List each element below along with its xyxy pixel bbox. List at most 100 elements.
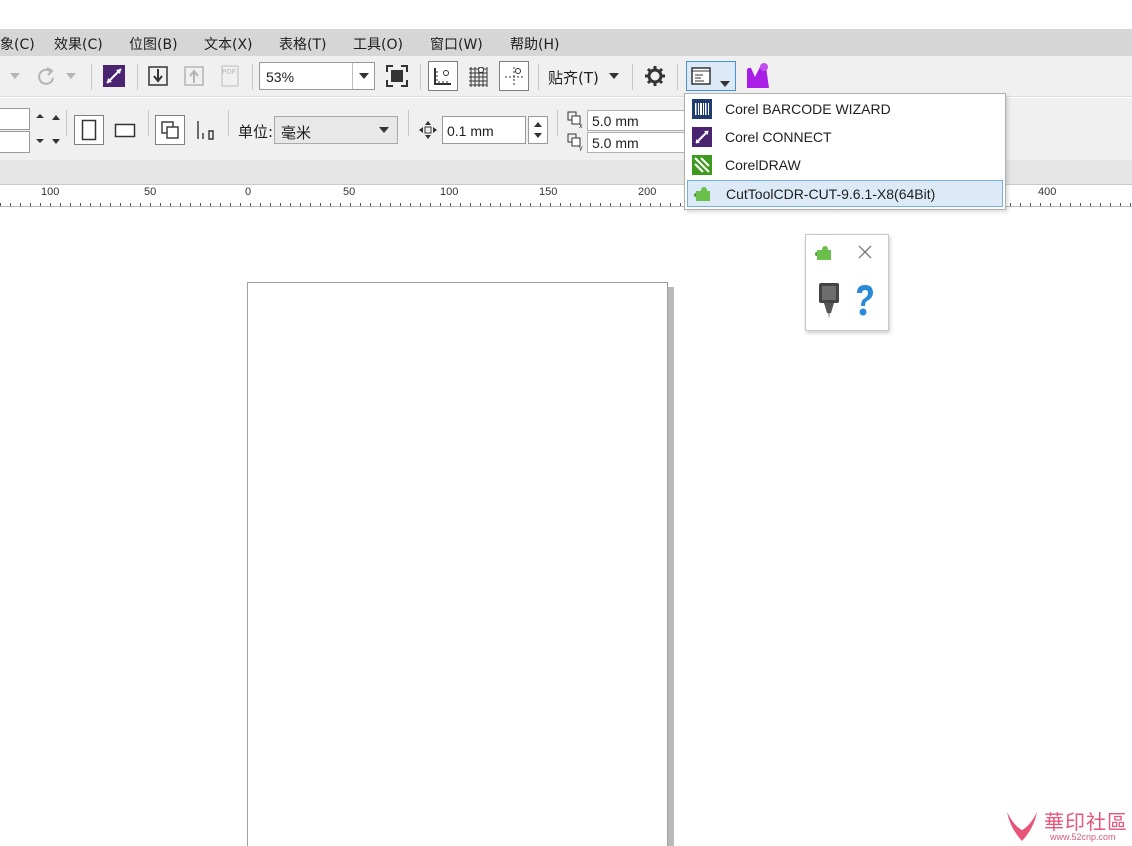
watermark-logo: 華印社區 www.52cnp.com xyxy=(1000,806,1132,846)
duplicate-y-value: 5.0 mm xyxy=(592,135,639,151)
settings-gear-icon[interactable] xyxy=(641,62,669,90)
duplicate-y-icon: y xyxy=(566,131,586,153)
ruler-tick xyxy=(130,203,131,206)
current-page-icon[interactable] xyxy=(192,115,220,145)
portrait-orientation-icon[interactable] xyxy=(74,115,104,145)
ruler-tick xyxy=(150,203,151,206)
document-page[interactable] xyxy=(247,282,668,846)
ruler-tick xyxy=(260,203,261,206)
ruler-tick xyxy=(580,203,581,206)
close-icon[interactable] xyxy=(858,245,872,264)
ruler-tick xyxy=(320,203,321,206)
ruler-tick xyxy=(1030,203,1031,206)
pdf-icon[interactable]: PDF xyxy=(216,63,244,89)
cutter-blade-icon[interactable] xyxy=(816,281,842,326)
ruler-tick xyxy=(350,203,351,206)
ruler-tick xyxy=(520,203,521,206)
redo-dropdown-icon[interactable] xyxy=(64,66,78,86)
menu-bitmaps[interactable]: 位图(B) xyxy=(129,34,178,54)
menu-item-label: CutToolCDR-CUT-9.6.1-X8(64Bit) xyxy=(726,186,936,202)
corel-connect-icon[interactable] xyxy=(101,63,127,89)
menu-text[interactable]: 文本(X) xyxy=(204,34,253,54)
menu-bar: 象(C) 效果(C) 位图(B) 文本(X) 表格(T) 工具(O) 窗口(W)… xyxy=(0,29,1132,56)
chevron-down-icon[interactable] xyxy=(352,63,374,89)
full-screen-preview-icon[interactable] xyxy=(384,63,410,89)
ruler-tick xyxy=(670,203,671,206)
landscape-orientation-icon[interactable] xyxy=(110,115,140,145)
menu-effects[interactable]: 效果(C) xyxy=(54,34,103,54)
ruler-tick xyxy=(610,203,611,206)
ruler-tick xyxy=(1090,203,1091,206)
help-icon[interactable] xyxy=(852,283,878,324)
duplicate-x-icon: x xyxy=(566,109,586,131)
ruler-label: 200 xyxy=(638,186,657,198)
ruler-label: 100 xyxy=(41,186,60,198)
ruler-tick xyxy=(280,203,281,206)
units-select[interactable]: 毫米 xyxy=(274,116,398,144)
menu-item-coreldraw[interactable]: CorelDRAW xyxy=(687,152,1003,179)
all-pages-icon[interactable] xyxy=(155,115,185,145)
title-strip xyxy=(0,0,1132,29)
svg-text:PDF: PDF xyxy=(222,69,236,76)
undo-dropdown-icon[interactable] xyxy=(6,66,24,86)
menu-help[interactable]: 帮助(H) xyxy=(510,34,559,54)
redo-icon[interactable] xyxy=(34,64,58,88)
import-icon[interactable] xyxy=(145,63,171,89)
application-launcher-button[interactable] xyxy=(686,61,736,91)
page-width-field[interactable] xyxy=(0,108,30,130)
ruler-tick xyxy=(110,203,111,206)
width-spinner-up[interactable] xyxy=(46,108,66,130)
puzzle-plugin-icon xyxy=(814,243,834,268)
guidelines-icon[interactable] xyxy=(499,61,529,91)
ruler-tick xyxy=(500,203,501,206)
ruler-tick xyxy=(590,203,591,206)
duplicate-x-field[interactable]: 5.0 mm xyxy=(587,110,687,131)
rulers-icon[interactable] xyxy=(428,61,458,91)
ruler-tick xyxy=(160,203,161,206)
ruler-tick xyxy=(1130,203,1131,206)
cuttool-plugin-icon[interactable] xyxy=(742,60,774,92)
ruler-tick xyxy=(70,203,71,206)
nudge-spinner[interactable] xyxy=(528,116,548,144)
ruler-tick xyxy=(300,203,301,206)
menu-tools[interactable]: 工具(O) xyxy=(353,34,403,54)
ruler-tick xyxy=(200,203,201,206)
menu-item-barcode-wizard[interactable]: Corel BARCODE WIZARD xyxy=(687,96,1003,123)
menu-item-cuttool[interactable]: CutToolCDR-CUT-9.6.1-X8(64Bit) xyxy=(687,180,1003,207)
nudge-distance-icon xyxy=(416,118,440,142)
duplicate-y-field[interactable]: 5.0 mm xyxy=(587,132,687,153)
ruler-tick xyxy=(180,203,181,206)
ruler-tick xyxy=(240,203,241,206)
nudge-distance-field[interactable]: 0.1 mm xyxy=(442,116,526,144)
ruler-tick xyxy=(190,203,191,206)
snap-dropdown-icon[interactable] xyxy=(605,66,623,86)
units-label: 单位: xyxy=(238,123,274,141)
grid-icon[interactable] xyxy=(464,63,492,89)
snap-to-label[interactable]: 贴齐(T) xyxy=(548,67,599,88)
ruler-tick xyxy=(640,203,641,206)
ruler-tick xyxy=(650,203,651,206)
page-height-field[interactable] xyxy=(0,131,30,153)
zoom-level-combobox[interactable]: 53% xyxy=(259,62,375,90)
chevron-down-icon[interactable] xyxy=(720,74,730,92)
height-spinner-down[interactable] xyxy=(46,131,66,153)
ruler-tick xyxy=(1010,203,1011,206)
ruler-tick xyxy=(470,203,471,206)
ruler-tick xyxy=(430,203,431,206)
menu-window[interactable]: 窗口(W) xyxy=(430,34,483,54)
ruler-tick xyxy=(270,203,271,206)
ruler-tick xyxy=(1050,203,1051,206)
menu-item-corel-connect[interactable]: Corel CONNECT xyxy=(687,124,1003,151)
menu-table[interactable]: 表格(T) xyxy=(279,34,326,54)
menu-object[interactable]: 象(C) xyxy=(0,34,35,54)
ruler-tick xyxy=(530,203,531,206)
export-icon[interactable] xyxy=(181,63,207,89)
ruler-tick xyxy=(400,203,401,206)
zoom-level-value: 53% xyxy=(266,69,295,85)
chevron-down-icon[interactable] xyxy=(379,125,389,136)
ruler-tick xyxy=(140,203,141,206)
ruler-tick xyxy=(480,203,481,206)
application-launcher-icon xyxy=(691,66,711,91)
cuttool-floating-toolbar xyxy=(805,234,889,331)
ruler-tick xyxy=(340,203,341,206)
